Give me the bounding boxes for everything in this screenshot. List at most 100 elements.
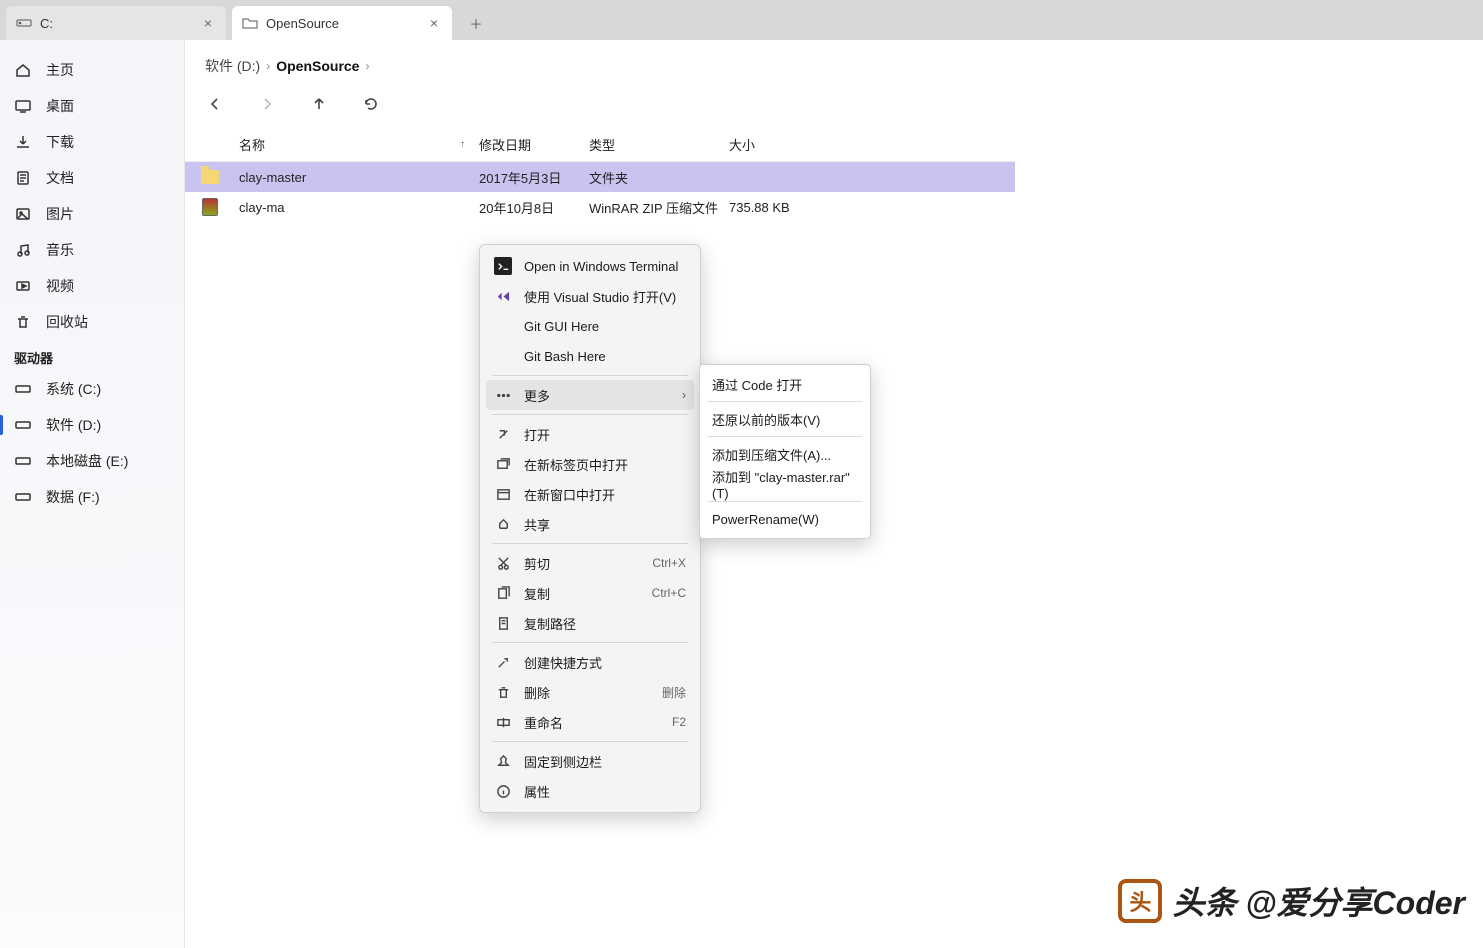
newwindow-icon — [494, 485, 512, 503]
file-date: 20年10月8日 — [475, 198, 585, 217]
file-size: 735.88 KB — [725, 200, 825, 215]
git-icon — [494, 317, 512, 335]
sub-add-archive[interactable]: 添加到压缩文件(A)... — [700, 439, 870, 469]
ctx-git-gui[interactable]: Git GUI Here — [486, 311, 694, 341]
share-icon — [494, 515, 512, 533]
download-icon — [14, 133, 32, 151]
desktop-icon — [14, 97, 32, 115]
video-icon — [14, 277, 32, 295]
ctx-share[interactable]: 共享 — [486, 509, 694, 539]
sub-powerrename[interactable]: PowerRename(W) — [700, 504, 870, 534]
context-menu: Open in Windows Terminal 使用 Visual Studi… — [479, 244, 701, 813]
open-icon — [494, 425, 512, 443]
file-row[interactable]: clay-ma 20年10月8日 WinRAR ZIP 压缩文件 735.88 … — [185, 192, 1015, 222]
breadcrumb-root[interactable]: 软件 (D:) — [205, 56, 260, 76]
chevron-right-icon: › — [365, 59, 369, 73]
tab-opensource[interactable]: OpenSource × — [232, 6, 452, 40]
sidebar-item-documents[interactable]: 文档 — [0, 160, 184, 196]
up-button[interactable] — [305, 90, 333, 118]
sidebar-item-label: 音乐 — [46, 240, 74, 260]
file-type: WinRAR ZIP 压缩文件 — [585, 198, 725, 217]
column-name[interactable]: 名称↑ — [235, 135, 475, 154]
chevron-right-icon: › — [266, 59, 270, 73]
sort-asc-icon: ↑ — [460, 139, 465, 150]
sidebar-item-desktop[interactable]: 桌面 — [0, 88, 184, 124]
pin-icon — [494, 752, 512, 770]
drive-icon — [16, 15, 32, 31]
close-icon[interactable]: × — [200, 15, 216, 31]
file-date: 2017年5月3日 — [475, 168, 585, 187]
ctx-more[interactable]: 更多› — [486, 380, 694, 410]
forward-button[interactable] — [253, 90, 281, 118]
ctx-pin[interactable]: 固定到侧边栏 — [486, 746, 694, 776]
sidebar-item-label: 视频 — [46, 276, 74, 296]
folder-icon — [185, 170, 235, 184]
sidebar-drive-e[interactable]: 本地磁盘 (E:) — [0, 443, 184, 479]
separator — [492, 414, 688, 415]
newtab-icon — [494, 455, 512, 473]
close-icon[interactable]: × — [426, 15, 442, 31]
ctx-rename[interactable]: 重命名F2 — [486, 707, 694, 737]
tab-c-drive[interactable]: C: × — [6, 6, 226, 40]
ctx-cut[interactable]: 剪切Ctrl+X — [486, 548, 694, 578]
sub-restore-version[interactable]: 还原以前的版本(V) — [700, 404, 870, 434]
file-list-header: 名称↑ 修改日期 类型 大小 — [185, 128, 1015, 162]
sidebar-item-home[interactable]: 主页 — [0, 52, 184, 88]
sidebar-item-music[interactable]: 音乐 — [0, 232, 184, 268]
ctx-copy[interactable]: 复制Ctrl+C — [486, 578, 694, 608]
sub-open-code[interactable]: 通过 Code 打开 — [700, 369, 870, 399]
sidebar-item-recycle[interactable]: 回收站 — [0, 304, 184, 340]
back-button[interactable] — [201, 90, 229, 118]
separator — [492, 543, 688, 544]
sidebar-item-label: 数据 (F:) — [46, 487, 100, 507]
tab-label: C: — [40, 16, 192, 31]
tab-bar: C: × OpenSource × ＋ — [0, 0, 1483, 40]
ctx-properties[interactable]: 属性 — [486, 776, 694, 806]
column-size[interactable]: 大小 — [725, 135, 825, 154]
doc-icon — [14, 169, 32, 187]
file-name: clay-master — [235, 170, 475, 185]
sidebar-section-drives: 驱动器 — [0, 340, 184, 371]
drive-icon — [14, 380, 32, 398]
column-date[interactable]: 修改日期 — [475, 135, 585, 154]
sidebar-item-downloads[interactable]: 下载 — [0, 124, 184, 160]
ctx-shortcut[interactable]: 创建快捷方式 — [486, 647, 694, 677]
separator — [708, 436, 862, 437]
image-icon — [14, 205, 32, 223]
sub-add-archive-named[interactable]: 添加到 "clay-master.rar"(T) — [700, 469, 870, 499]
archive-icon — [185, 198, 235, 216]
sidebar-drive-d[interactable]: 软件 (D:) — [0, 407, 184, 443]
sidebar-item-label: 图片 — [46, 204, 74, 224]
breadcrumb-current[interactable]: OpenSource — [276, 58, 359, 74]
sidebar-drive-c[interactable]: 系统 (C:) — [0, 371, 184, 407]
shortcut-icon — [494, 653, 512, 671]
ctx-open-vs[interactable]: 使用 Visual Studio 打开(V) — [486, 281, 694, 311]
ctx-open-newwin[interactable]: 在新窗口中打开 — [486, 479, 694, 509]
copypath-icon — [494, 614, 512, 632]
chevron-right-icon: › — [682, 388, 686, 402]
new-tab-button[interactable]: ＋ — [462, 9, 490, 37]
context-submenu: 通过 Code 打开 还原以前的版本(V) 添加到压缩文件(A)... 添加到 … — [699, 364, 871, 539]
ctx-open-terminal[interactable]: Open in Windows Terminal — [486, 251, 694, 281]
watermark-text: 头条 @爱分享Coder — [1172, 878, 1465, 924]
sidebar-item-label: 桌面 — [46, 96, 74, 116]
ctx-open-newtab[interactable]: 在新标签页中打开 — [486, 449, 694, 479]
ctx-git-bash[interactable]: Git Bash Here — [486, 341, 694, 371]
file-type: 文件夹 — [585, 168, 725, 187]
column-type[interactable]: 类型 — [585, 135, 725, 154]
info-icon — [494, 782, 512, 800]
sidebar-drive-f[interactable]: 数据 (F:) — [0, 479, 184, 515]
ctx-copy-path[interactable]: 复制路径 — [486, 608, 694, 638]
sidebar-item-pictures[interactable]: 图片 — [0, 196, 184, 232]
drive-icon — [14, 416, 32, 434]
sidebar-item-videos[interactable]: 视频 — [0, 268, 184, 304]
visualstudio-icon — [494, 287, 512, 305]
more-icon — [494, 386, 512, 404]
terminal-icon — [494, 257, 512, 275]
cut-icon — [494, 554, 512, 572]
refresh-button[interactable] — [357, 90, 385, 118]
file-row[interactable]: clay-master 2017年5月3日 文件夹 — [185, 162, 1015, 192]
ctx-open[interactable]: 打开 — [486, 419, 694, 449]
drive-icon — [14, 488, 32, 506]
ctx-delete[interactable]: 删除删除 — [486, 677, 694, 707]
